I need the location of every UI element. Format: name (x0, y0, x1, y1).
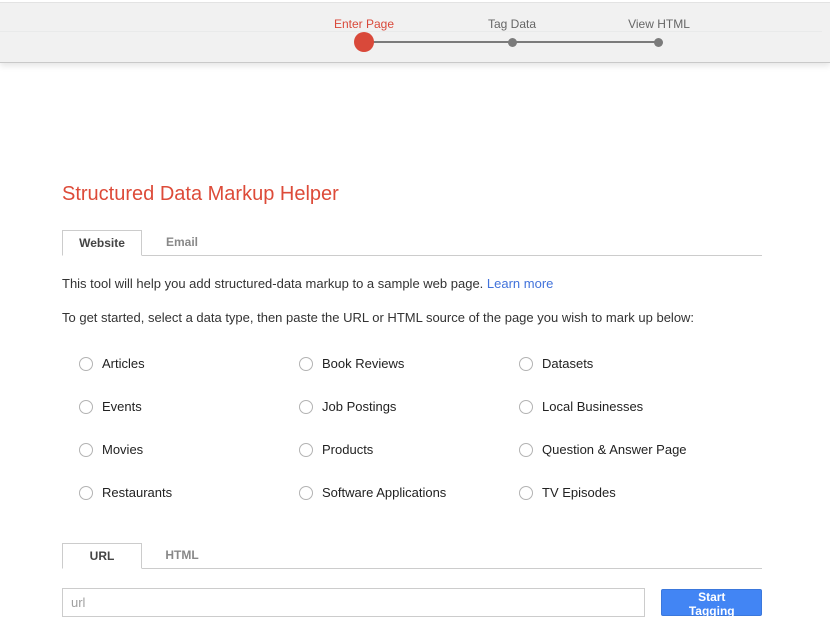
step-dot-view-html (654, 38, 663, 47)
data-type-label: Articles (102, 356, 145, 371)
page-title: Structured Data Markup Helper (62, 182, 762, 206)
start-tagging-button[interactable]: Start Tagging (661, 589, 762, 616)
intro-instructions: To get started, select a data type, then… (62, 310, 762, 326)
data-type-label: Job Postings (322, 399, 396, 414)
learn-more-link[interactable]: Learn more (487, 276, 553, 291)
data-type-option-articles[interactable]: Articles (62, 342, 282, 385)
tab-website[interactable]: Website (62, 230, 142, 256)
data-type-option-restaurants[interactable]: Restaurants (62, 471, 282, 514)
radio-button[interactable] (79, 443, 93, 457)
radio-button[interactable] (79, 486, 93, 500)
data-type-option-events[interactable]: Events (62, 385, 282, 428)
data-type-option-datasets[interactable]: Datasets (502, 342, 762, 385)
progress-stepper: Enter Page Tag Data View HTML (0, 2, 830, 62)
data-type-option-software-applications[interactable]: Software Applications (282, 471, 502, 514)
mode-tabs: Website Email (62, 230, 762, 256)
wizard-header: Enter Page Tag Data View HTML (0, 0, 830, 63)
radio-button[interactable] (519, 443, 533, 457)
data-type-label: Restaurants (102, 485, 172, 500)
step-dot-tag-data (508, 38, 517, 47)
help-text: This tool will help you add structured-d… (62, 276, 487, 291)
data-type-option-local-businesses[interactable]: Local Businesses (502, 385, 762, 428)
data-type-option-job-postings[interactable]: Job Postings (282, 385, 502, 428)
radio-button[interactable] (519, 357, 533, 371)
data-type-label: Local Businesses (542, 399, 643, 414)
radio-button[interactable] (299, 357, 313, 371)
data-type-option-tv-episodes[interactable]: TV Episodes (502, 471, 762, 514)
url-input[interactable] (62, 588, 645, 617)
radio-button[interactable] (79, 357, 93, 371)
data-type-grid: Articles Book Reviews Datasets Events Jo… (62, 342, 762, 514)
step-tag-data: Tag Data (488, 17, 536, 31)
data-type-option-movies[interactable]: Movies (62, 428, 282, 471)
data-type-label: Movies (102, 442, 143, 457)
data-type-option-book-reviews[interactable]: Book Reviews (282, 342, 502, 385)
radio-button[interactable] (79, 400, 93, 414)
data-type-label: Book Reviews (322, 356, 404, 371)
radio-button[interactable] (299, 443, 313, 457)
data-type-option-question-answer-page[interactable]: Question & Answer Page (502, 428, 762, 471)
url-form-row: Start Tagging (62, 588, 762, 617)
step-enter-page: Enter Page (334, 17, 394, 31)
tab-url[interactable]: URL (62, 543, 142, 569)
tab-email[interactable]: Email (142, 230, 222, 255)
source-tabs: URL HTML (62, 543, 762, 569)
radio-button[interactable] (519, 400, 533, 414)
data-type-label: Datasets (542, 356, 593, 371)
step-dot-enter-page-active (354, 32, 374, 52)
radio-button[interactable] (299, 486, 313, 500)
data-type-label: Question & Answer Page (542, 442, 687, 457)
main-content: Structured Data Markup Helper Website Em… (62, 182, 762, 617)
data-type-label: Products (322, 442, 373, 457)
data-type-option-products[interactable]: Products (282, 428, 502, 471)
intro-help-text: This tool will help you add structured-d… (62, 276, 762, 292)
data-type-label: TV Episodes (542, 485, 616, 500)
radio-button[interactable] (519, 486, 533, 500)
radio-button[interactable] (299, 400, 313, 414)
data-type-label: Events (102, 399, 142, 414)
data-type-label: Software Applications (322, 485, 446, 500)
tab-html[interactable]: HTML (142, 543, 222, 568)
step-view-html: View HTML (628, 17, 690, 31)
